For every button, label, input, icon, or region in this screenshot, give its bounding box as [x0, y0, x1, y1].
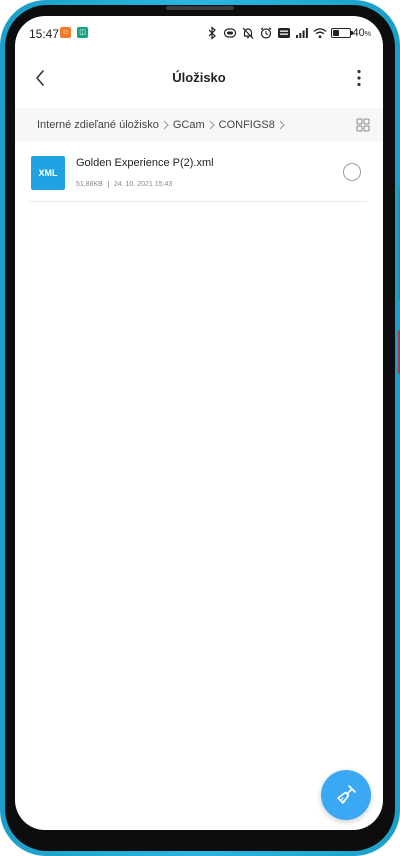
status-time: 15:47 [29, 27, 60, 41]
nfc-icon [223, 26, 237, 40]
wifi-icon [313, 26, 327, 40]
volte-icon [277, 26, 291, 40]
status-bar: 15:47 ☺ ◫ 40% [15, 16, 383, 54]
breadcrumb-item-internal-storage[interactable]: Interné zdieľané úložisko [37, 119, 159, 131]
more-vertical-icon [357, 69, 361, 87]
signal-icon [295, 26, 309, 40]
breadcrumb-item-configs8[interactable]: CONFIGS8 [219, 119, 275, 131]
notification-app-icon: ◫ [77, 27, 88, 38]
notification-app-icon: ☺ [60, 27, 71, 38]
mute-icon [241, 26, 255, 40]
select-checkbox[interactable] [343, 163, 361, 181]
page-title: Úložisko [172, 70, 226, 85]
app-bar: Úložisko [15, 54, 383, 102]
status-icons: 40% [205, 25, 371, 41]
back-button[interactable] [29, 66, 53, 90]
bluetooth-icon [205, 26, 219, 40]
earpiece-speaker [166, 6, 234, 10]
screen: 15:47 ☺ ◫ 40% Úložisko Interné zdieľané … [15, 16, 383, 830]
back-arrow-icon [36, 70, 44, 86]
more-options-button[interactable] [347, 66, 371, 90]
file-name: Golden Experience P(2).xml [76, 157, 214, 169]
xml-file-icon: XML [31, 156, 65, 190]
battery-indicator: 40% [330, 27, 371, 39]
breadcrumb-item-gcam[interactable]: GCam [173, 119, 205, 131]
file-date: 24. 10. 2021 15:43 [113, 181, 173, 188]
grid-view-icon [356, 118, 370, 132]
cleanup-button[interactable] [321, 770, 371, 820]
file-meta: 51,88KB 24. 10. 2021 15:43 [76, 181, 172, 188]
file-size: 51,88KB [76, 181, 103, 188]
chevron-right-icon [209, 120, 215, 130]
chevron-right-icon [279, 120, 285, 130]
chevron-right-icon [163, 120, 169, 130]
alarm-icon [259, 26, 273, 40]
broom-icon [337, 785, 356, 804]
battery-icon [330, 28, 353, 38]
meta-divider [107, 181, 109, 188]
breadcrumb: Interné zdieľané úložisko GCam CONFIGS8 [15, 108, 383, 142]
file-list-item[interactable]: XML Golden Experience P(2).xml 51,88KB 2… [29, 150, 367, 202]
grid-view-button[interactable] [355, 117, 371, 133]
battery-percent: 40% [352, 27, 371, 39]
